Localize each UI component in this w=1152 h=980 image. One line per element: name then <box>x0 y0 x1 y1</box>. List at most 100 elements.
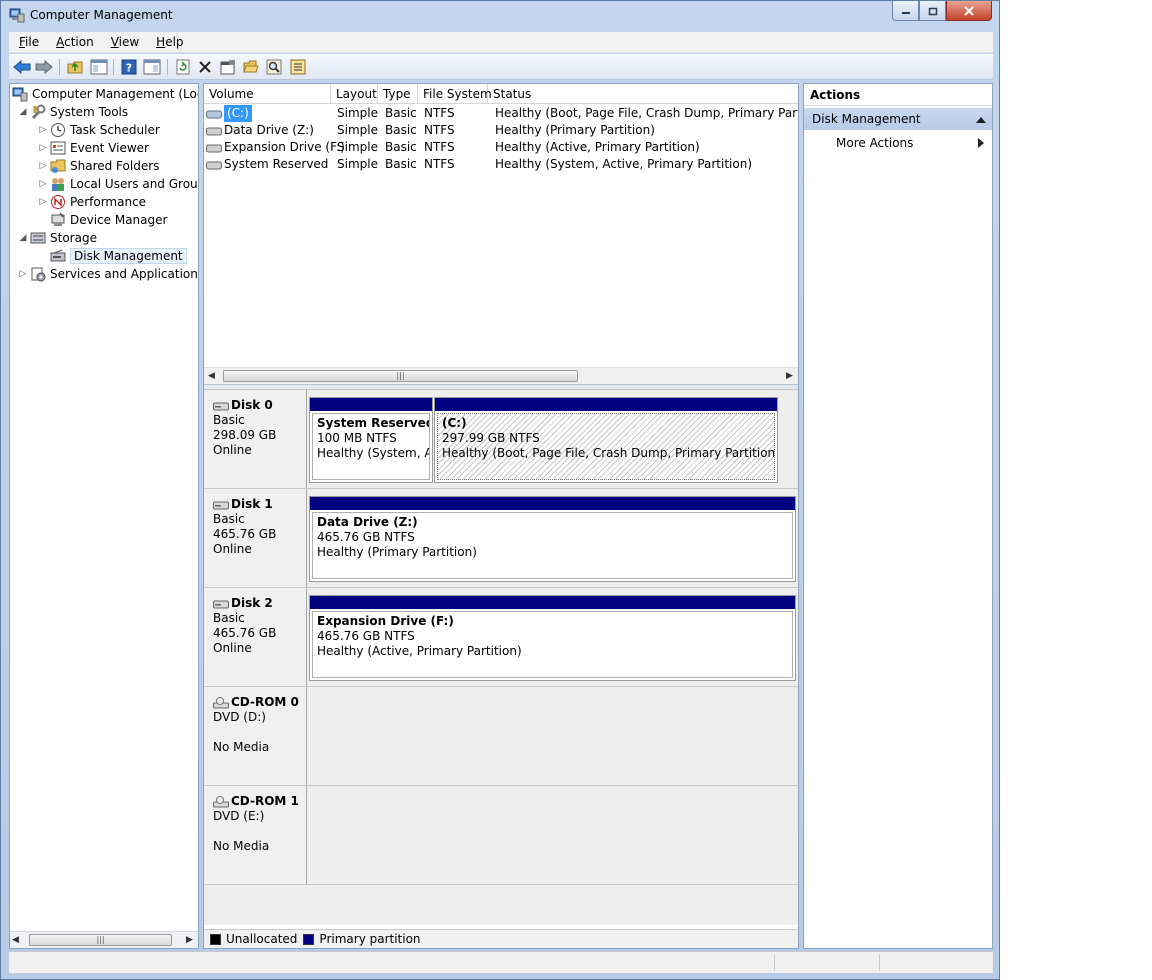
show-hide-tree-icon <box>90 59 108 75</box>
properties-button[interactable] <box>219 58 237 76</box>
tree-item-computer-management[interactable]: Computer Management (Local <box>12 85 198 103</box>
column-header-status[interactable]: Status <box>488 84 798 104</box>
tree-item-services-applications[interactable]: ▷ Services and Applications <box>18 265 199 283</box>
tree-item-local-users[interactable]: ▷ Local Users and Groups <box>38 175 199 193</box>
back-arrow-icon <box>13 60 31 74</box>
partition-title: Data Drive (Z:) <box>317 515 418 529</box>
disk-row-cdrom-0: CD-ROM 0 DVD (D:) No Media <box>204 687 798 786</box>
storage-icon <box>30 230 46 246</box>
scroll-left-arrow-icon[interactable]: ◀ <box>12 935 19 945</box>
close-button[interactable] <box>946 1 992 21</box>
show-hide-action-pane-button[interactable] <box>143 58 161 76</box>
menu-view[interactable]: View <box>101 35 146 49</box>
computer-management-icon <box>9 8 25 23</box>
unallocated-swatch <box>210 933 221 945</box>
expand-arrow-icon[interactable]: ▷ <box>38 143 48 153</box>
disk-kind: DVD (D:) <box>213 710 266 724</box>
show-hide-console-tree-button[interactable] <box>90 58 108 76</box>
tree-horizontal-scrollbar[interactable]: ◀ ||| ▶ <box>10 931 198 948</box>
volume-type: Basic <box>385 140 417 154</box>
tree-item-disk-management[interactable]: Disk Management <box>50 247 187 265</box>
hard-disk-icon <box>213 600 229 608</box>
hard-disk-icon <box>213 501 229 509</box>
volume-row[interactable]: (C:) Simple Basic NTFS Healthy (Boot, Pa… <box>204 105 798 122</box>
cd-rom-icon <box>213 795 229 807</box>
forward-arrow-icon <box>35 60 53 74</box>
minimize-icon <box>901 11 910 14</box>
volume-list-horizontal-scrollbar[interactable]: ◀ ||| ▶ <box>204 367 798 384</box>
column-header-volume[interactable]: Volume <box>204 84 331 104</box>
partition-expansion-drive[interactable]: Expansion Drive (F:) 465.76 GB NTFS Heal… <box>309 595 796 681</box>
volume-type: Basic <box>385 123 417 137</box>
disk-info[interactable]: Disk 0 Basic 298.09 GB Online <box>204 390 307 488</box>
tree-item-task-scheduler[interactable]: ▷ Task Scheduler <box>38 121 160 139</box>
collapse-arrow-icon[interactable]: ◢ <box>18 107 28 117</box>
toolbar: ? <box>9 54 993 80</box>
refresh-button[interactable] <box>174 58 192 76</box>
disk-kind: DVD (E:) <box>213 809 265 823</box>
disk-size <box>213 824 306 839</box>
partition-c-drive[interactable]: (C:) 297.99 GB NTFS Healthy (Boot, Page … <box>434 397 778 483</box>
expand-arrow-icon[interactable]: ▷ <box>38 125 48 135</box>
partition-system-reserved[interactable]: System Reserved 100 MB NTFS Healthy (Sys… <box>309 397 433 483</box>
collapse-arrow-icon[interactable]: ◢ <box>18 233 28 243</box>
volume-file-system: NTFS <box>424 106 455 120</box>
tree-item-storage[interactable]: ◢ Storage <box>18 229 97 247</box>
open-button[interactable] <box>242 58 260 76</box>
scroll-right-arrow-icon[interactable]: ▶ <box>786 371 793 381</box>
volume-row[interactable]: System Reserved Simple Basic NTFS Health… <box>204 156 798 173</box>
disk-size: 298.09 GB <box>213 428 277 442</box>
menu-help[interactable]: Help <box>146 35 190 49</box>
window-title: Computer Management <box>30 8 173 22</box>
scroll-left-arrow-icon[interactable]: ◀ <box>208 371 215 381</box>
forward-button[interactable] <box>35 58 53 76</box>
tree-item-event-viewer[interactable]: ▷ Event Viewer <box>38 139 149 157</box>
help-button[interactable]: ? <box>120 58 138 76</box>
tree-item-label: Local Users and Groups <box>70 177 199 191</box>
tree-item-label: Services and Applications <box>50 267 199 281</box>
minimize-button[interactable] <box>892 1 919 21</box>
column-header-type[interactable]: Type <box>378 84 418 104</box>
volume-row[interactable]: Data Drive (Z:) Simple Basic NTFS Health… <box>204 122 798 139</box>
column-header-layout[interactable]: Layout <box>331 84 378 104</box>
expand-arrow-icon[interactable]: ▷ <box>18 269 28 279</box>
disk-info[interactable]: Disk 1 Basic 465.76 GB Online <box>204 489 307 587</box>
menu-action[interactable]: Action <box>46 35 101 49</box>
tree-item-device-manager[interactable]: Device Manager <box>50 211 167 229</box>
scroll-right-arrow-icon[interactable]: ▶ <box>186 935 193 945</box>
tree-item-label: System Tools <box>50 105 129 119</box>
volume-file-system: NTFS <box>424 157 455 171</box>
scroll-thumb[interactable]: ||| <box>29 934 172 946</box>
disk-kind: Basic <box>213 512 245 526</box>
tree-item-performance[interactable]: ▷ Performance <box>38 193 146 211</box>
back-button[interactable] <box>13 58 31 76</box>
properties-icon <box>220 60 235 75</box>
tree-item-shared-folders[interactable]: ▷ Shared Folders <box>38 157 159 175</box>
tree-item-label: Performance <box>70 195 147 209</box>
menu-file[interactable]: File <box>9 35 46 49</box>
disk-info[interactable]: Disk 2 Basic 465.76 GB Online <box>204 588 307 686</box>
disk-info[interactable]: CD-ROM 1 DVD (E:) No Media <box>204 786 307 884</box>
scroll-thumb[interactable]: ||| <box>223 370 578 382</box>
actions-section-disk-management[interactable]: Disk Management <box>804 108 992 130</box>
export-icon <box>290 59 306 75</box>
tree-item-system-tools[interactable]: ◢ System Tools <box>18 103 128 121</box>
partition-data-drive[interactable]: Data Drive (Z:) 465.76 GB NTFS Healthy (… <box>309 496 796 582</box>
volume-row[interactable]: Expansion Drive (F:) Simple Basic NTFS H… <box>204 139 798 156</box>
find-button[interactable] <box>265 58 283 76</box>
expand-arrow-icon[interactable]: ▷ <box>38 179 48 189</box>
disk-info[interactable]: CD-ROM 0 DVD (D:) No Media <box>204 687 307 785</box>
more-actions-item[interactable]: More Actions <box>804 132 992 154</box>
collapse-up-icon <box>976 117 986 123</box>
partition-status: Healthy (Active, Primary Partition) <box>317 644 522 658</box>
title-bar[interactable]: Computer Management <box>1 1 999 31</box>
delete-button[interactable] <box>196 58 214 76</box>
export-list-button[interactable] <box>289 58 307 76</box>
expand-arrow-icon[interactable]: ▷ <box>38 197 48 207</box>
actions-pane: Actions Disk Management More Actions <box>803 83 993 949</box>
expand-arrow-icon[interactable]: ▷ <box>38 161 48 171</box>
up-one-level-button[interactable] <box>66 58 84 76</box>
volume-layout: Simple <box>337 157 378 171</box>
restore-button[interactable] <box>919 1 946 21</box>
column-header-file-system[interactable]: File System <box>418 84 492 104</box>
